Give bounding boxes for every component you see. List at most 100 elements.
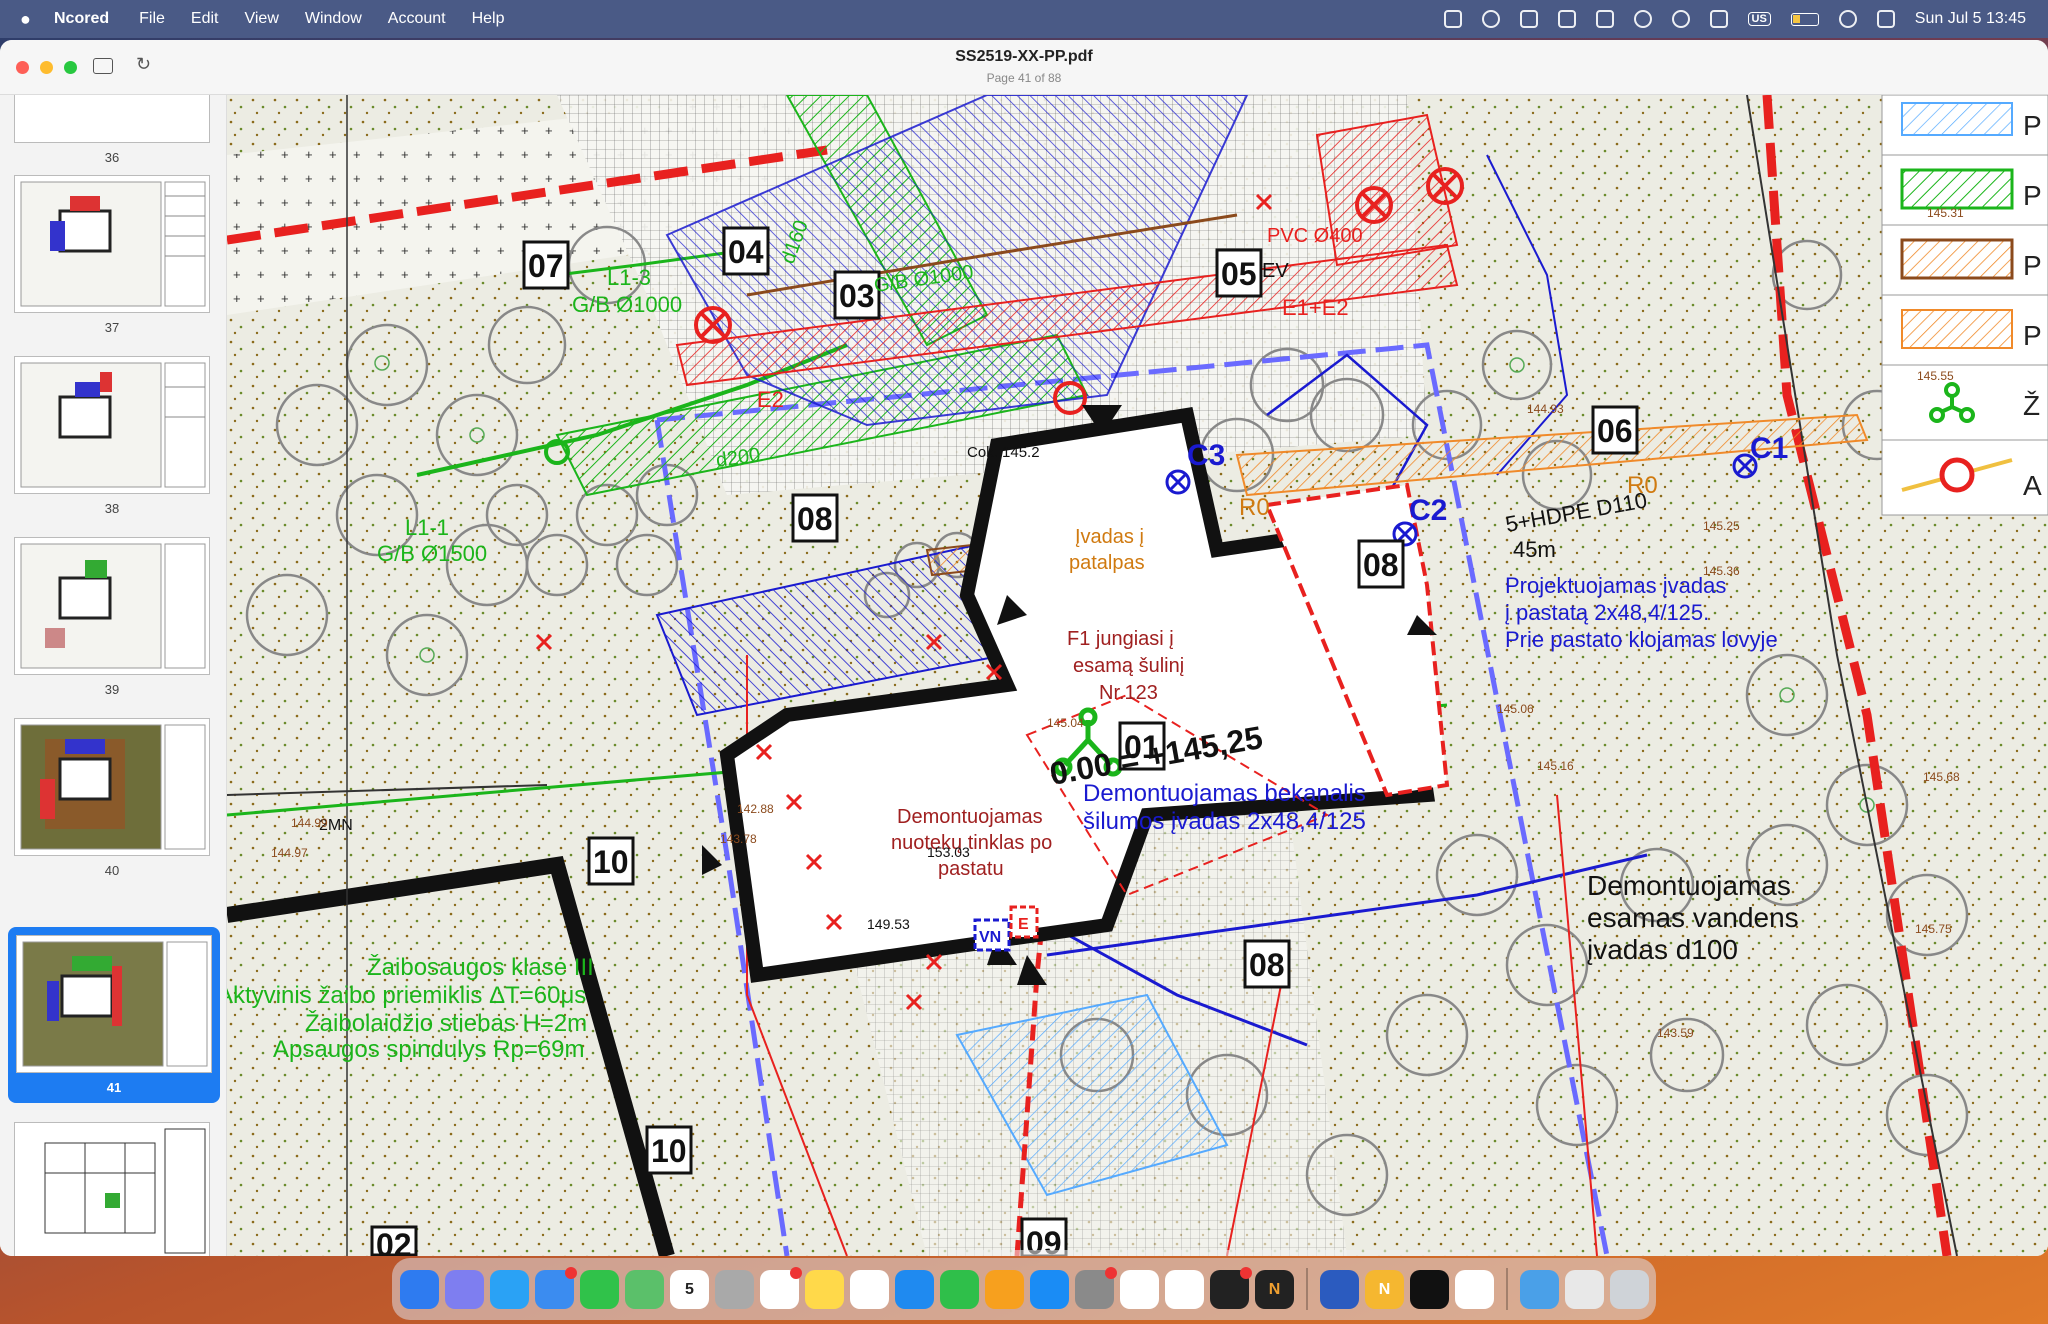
keynote-icon[interactable]: [895, 1269, 934, 1309]
system-settings-icon[interactable]: [1075, 1266, 1117, 1309]
spot-level-8: 144.97: [271, 846, 308, 860]
spot-level-7: 144.99: [291, 816, 328, 830]
grid-status-icon[interactable]: [1443, 10, 1462, 28]
thumbnail-page-38[interactable]: 38: [14, 356, 210, 516]
thumbnail-number: 37: [104, 320, 120, 335]
label-pvc400: PVC Ø400: [1267, 225, 1363, 247]
trash-icon[interactable]: [1610, 1269, 1649, 1309]
thumbnail-image: [16, 935, 212, 1073]
numbers-icon[interactable]: [940, 1269, 979, 1309]
box-label-07: 07: [528, 248, 564, 284]
site-plan-drawing: +: [227, 95, 2048, 1256]
legend-swatch-green: [1900, 168, 2014, 210]
menu-file[interactable]: File: [139, 10, 165, 28]
menu-edit[interactable]: Edit: [191, 10, 219, 28]
label-c1: C1: [1750, 432, 1788, 465]
label-e: E: [1018, 916, 1029, 933]
thumbnail-image: [14, 356, 210, 494]
box-label-04: 04: [728, 234, 764, 270]
menu-help[interactable]: Help: [472, 10, 505, 28]
thumbnail-page-42[interactable]: 42: [14, 1122, 210, 1256]
annotation-toolbar: ✎ ✋ ⊕ ⊖ T ⌖ ▭ ◇ ⋯: [947, 1250, 1547, 1256]
contacts-icon[interactable]: [715, 1269, 754, 1309]
menu-account[interactable]: Account: [388, 10, 446, 28]
page-thumbnails-sidebar: 36 37 38 39 40 41: [0, 95, 227, 1256]
downloads-folder-icon[interactable]: [1520, 1269, 1559, 1309]
keyboard-input-badge[interactable]: US: [1747, 12, 1771, 26]
safari-icon[interactable]: [490, 1269, 529, 1309]
messages-icon[interactable]: [580, 1269, 619, 1309]
wallet-icon[interactable]: [1709, 10, 1728, 28]
spot-level-6: 143.78: [720, 832, 757, 846]
thumbnail-page-39[interactable]: 39: [14, 537, 210, 697]
dock-separator: [1306, 1268, 1308, 1310]
menu-view[interactable]: View: [244, 10, 278, 28]
finder-icon[interactable]: [400, 1269, 439, 1309]
word-icon[interactable]: [1320, 1269, 1359, 1309]
document-icon[interactable]: [1455, 1269, 1494, 1309]
spot-level-2: 153.03: [927, 844, 970, 860]
menu-clock[interactable]: Sun Jul 5 13:45: [1915, 10, 2026, 28]
spot-level-10: 145.16: [1537, 759, 1574, 773]
openai-icon[interactable]: [1671, 10, 1690, 28]
label-demontuojamas-nuotekos-3: pastatu: [938, 858, 1004, 880]
record-status-icon[interactable]: [1481, 10, 1500, 28]
stack-icon[interactable]: [1565, 1269, 1604, 1309]
thumbnail-page-41[interactable]: 41: [8, 927, 220, 1103]
launchpad-icon[interactable]: [445, 1269, 484, 1309]
label-45m: 45m: [1513, 537, 1556, 562]
box-label-10a: 10: [593, 844, 629, 880]
spot-level-13: 145.68: [1923, 770, 1960, 784]
label-demontuojamas-vandens-2: esamas vandens: [1587, 902, 1799, 933]
inbox-status-icon[interactable]: [1595, 10, 1614, 28]
pages-icon[interactable]: [985, 1269, 1024, 1309]
label-gb1500: G/B Ø1500: [377, 541, 487, 566]
reminders-icon[interactable]: [760, 1266, 802, 1309]
spot-level-9: 145.06: [1497, 702, 1534, 716]
thumbnail-image: [14, 718, 210, 856]
menu-bar: ● Ncored File Edit View Window Account H…: [0, 0, 2048, 38]
preview-curve-icon[interactable]: [1165, 1269, 1204, 1309]
label-vn: VN: [979, 929, 1001, 946]
label-l13: L1-3: [607, 265, 651, 290]
apple-icon[interactable]: ●: [20, 9, 54, 30]
thumbnail-number: 41: [106, 1080, 122, 1095]
thumbnail-page-36[interactable]: 36: [14, 95, 210, 165]
ncored-recent-icon[interactable]: N: [1365, 1269, 1404, 1309]
label-projektuojamas-3: Prie pastato klojamas lovyje: [1505, 627, 1778, 652]
legend-swatch-orange: [1901, 309, 2013, 349]
calendar-icon[interactable]: 5: [670, 1269, 709, 1309]
freeform-icon[interactable]: [850, 1269, 889, 1309]
box-label-08c: 08: [1249, 947, 1285, 983]
dropbox-icon[interactable]: [1557, 10, 1576, 28]
box-label-06: 06: [1597, 413, 1633, 449]
photos-icon[interactable]: [1120, 1269, 1159, 1309]
shield-icon[interactable]: [1633, 10, 1652, 28]
label-zaibosauga-1: Žaibosaugos klasė III: [367, 954, 594, 981]
menu-window[interactable]: Window: [305, 10, 362, 28]
battery-icon[interactable]: [1790, 12, 1819, 26]
label-r0b: R0: [1239, 494, 1270, 521]
notes-icon[interactable]: [805, 1269, 844, 1309]
thumbnail-page-37[interactable]: 37: [14, 175, 210, 335]
terminal-icon[interactable]: [1210, 1266, 1252, 1309]
maps-icon[interactable]: [625, 1269, 664, 1309]
spot-level-4: 145.04: [1047, 716, 1084, 730]
menu-app-name[interactable]: Ncored: [54, 10, 109, 28]
legend-swatch-brown: [1900, 238, 2014, 280]
mail-icon[interactable]: [535, 1266, 577, 1309]
drive-status-icon[interactable]: [1519, 10, 1538, 28]
ncored-app-icon[interactable]: N: [1255, 1269, 1294, 1309]
dock-separator: [1506, 1268, 1508, 1310]
label-demontuojamas-silumos-1: Demontuojamas bekanalis: [1083, 780, 1366, 807]
app-store-icon[interactable]: [1030, 1269, 1069, 1309]
control-center-icon[interactable]: [1876, 10, 1895, 28]
legend-text-1: P a: [2023, 110, 2048, 141]
legend-swatch-blue: [1901, 102, 2013, 136]
thumbnail-page-40[interactable]: 40: [14, 718, 210, 878]
wifi-icon[interactable]: [1838, 10, 1857, 28]
label-e1e2: E1+E2: [1282, 295, 1349, 320]
grid-app-icon[interactable]: [1410, 1269, 1449, 1309]
spot-level-3: 149.53: [867, 916, 910, 932]
pdf-page-canvas[interactable]: +: [227, 95, 2048, 1256]
